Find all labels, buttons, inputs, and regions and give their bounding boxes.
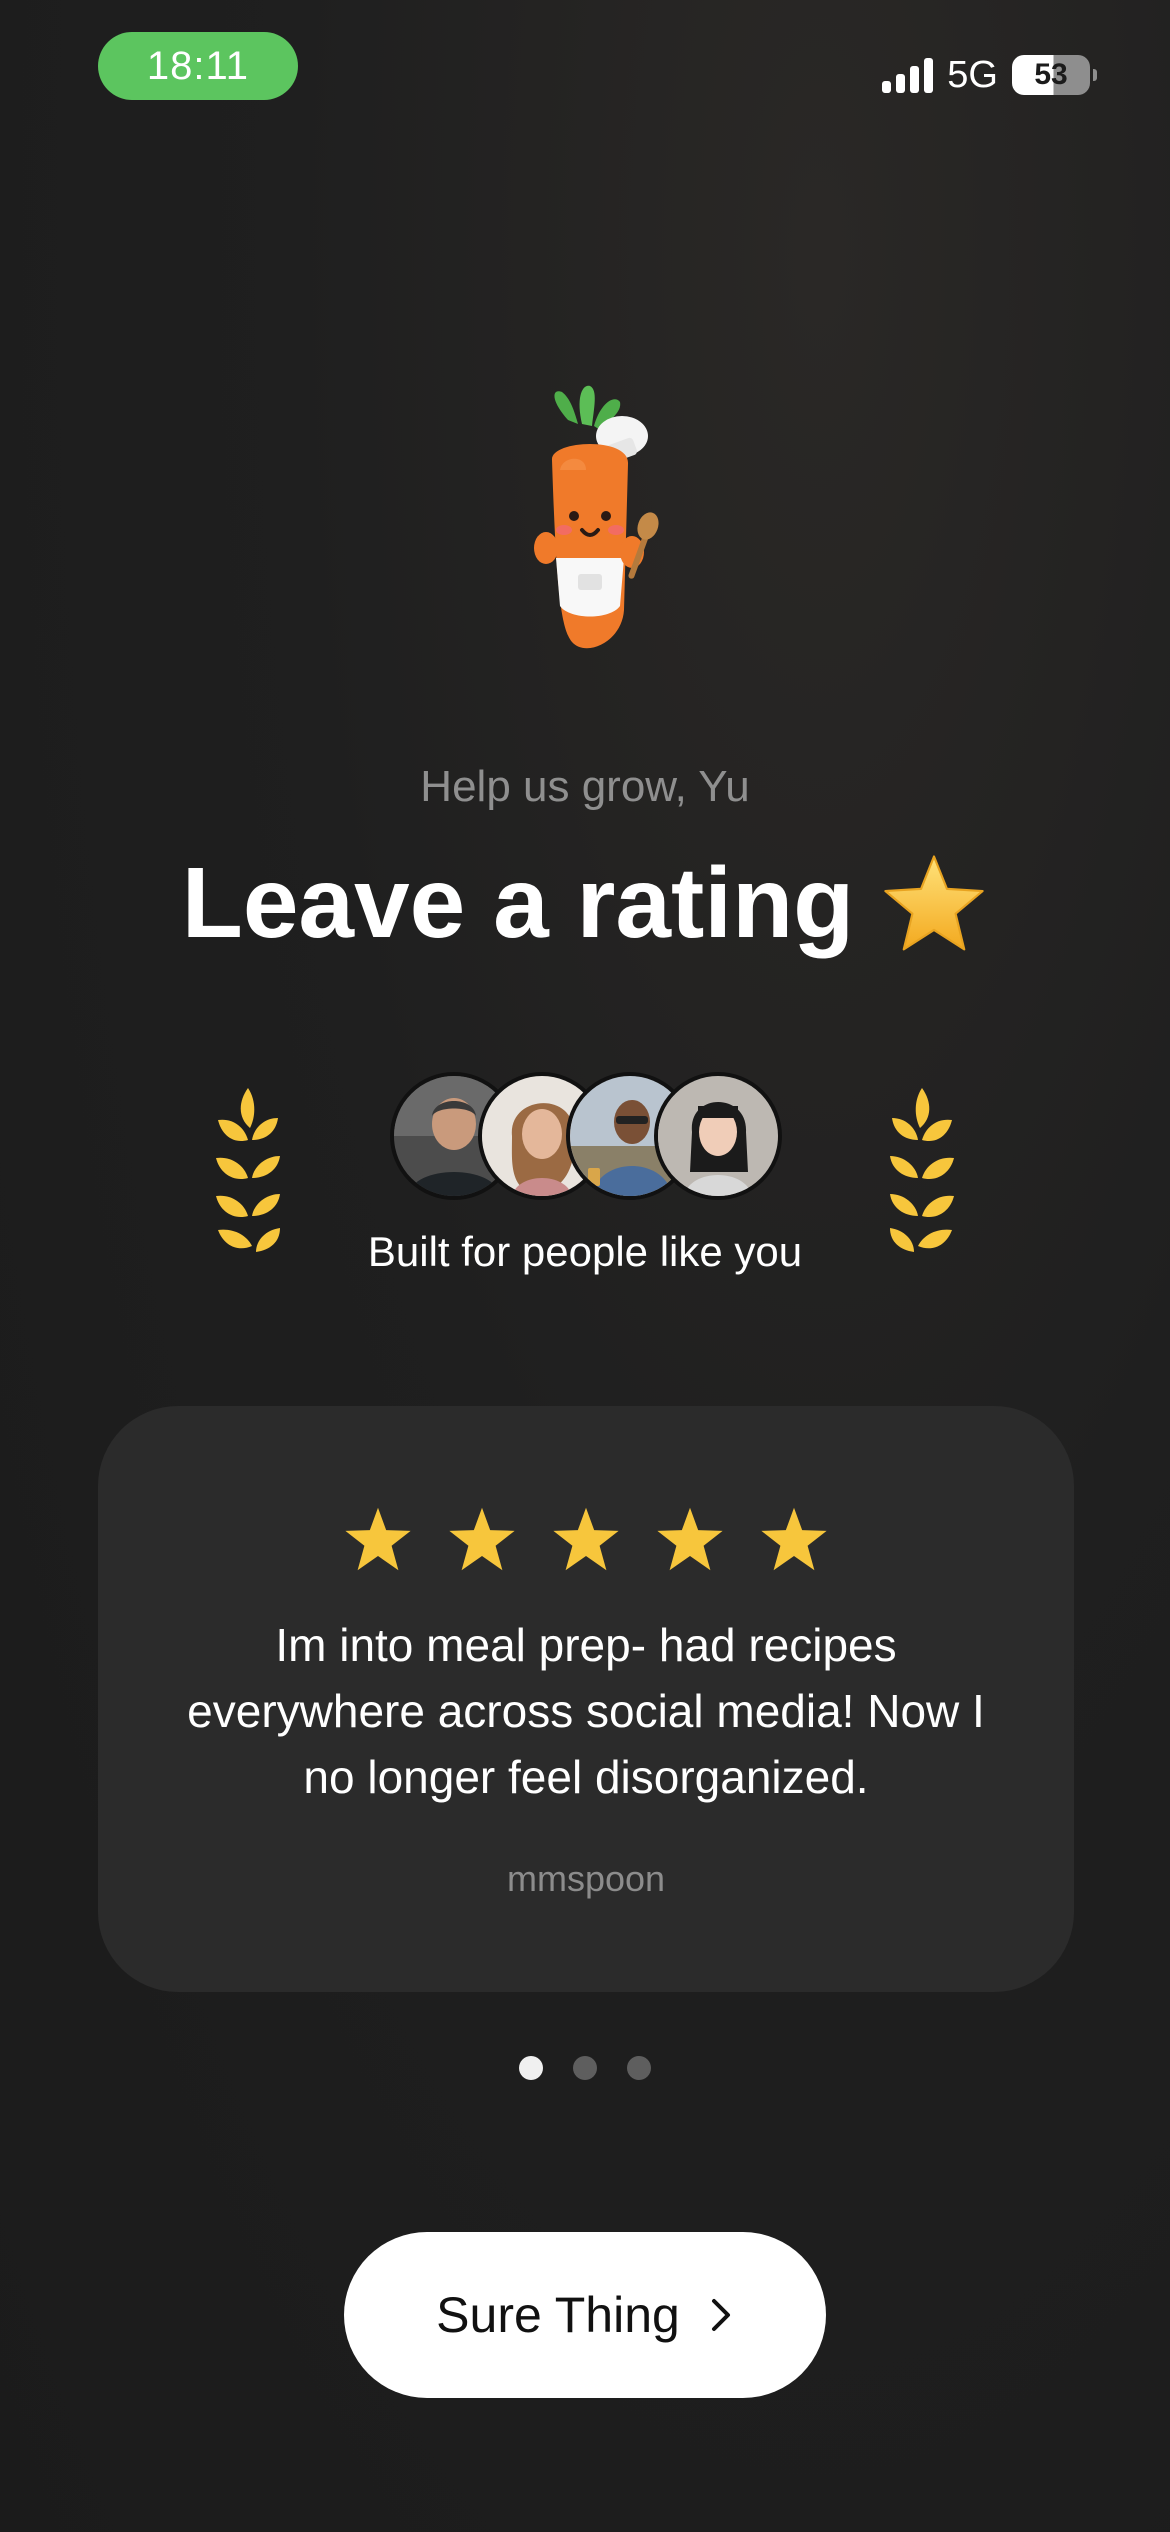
chevron-right-icon	[711, 2299, 730, 2331]
avatar-woman-2-icon	[658, 1076, 778, 1196]
status-time: 18:11	[98, 32, 298, 100]
network-type: 5G	[947, 53, 998, 96]
page-title: Leave a rating	[181, 847, 855, 959]
star-emoji-icon	[884, 854, 984, 950]
avatar	[654, 1072, 782, 1200]
social-proof-label: Built for people like you	[367, 1228, 803, 1275]
review-text: Im into meal prep- had recipes everywher…	[187, 1619, 985, 1803]
rating-prompt-screen: 18:11 5G 53 Help us grow, Yu Leave a rat…	[0, 0, 1170, 2532]
star-icon	[345, 1507, 411, 1571]
carrot-chef-mascot-icon	[534, 385, 659, 649]
pagination-dots	[0, 2056, 1170, 2080]
star-icon	[657, 1507, 723, 1571]
pagination-dot[interactable]	[627, 2056, 651, 2080]
battery-icon: 53	[1012, 55, 1097, 95]
pagination-dot-active[interactable]	[519, 2056, 543, 2080]
sure-thing-label: Sure Thing	[436, 2287, 680, 2343]
star-icon	[449, 1507, 515, 1571]
status-indicators: 5G 53	[882, 50, 1097, 100]
rating-stars	[98, 1506, 1074, 1572]
review-author: mmspoon	[506, 1858, 666, 1899]
battery-level: 53	[1034, 58, 1068, 91]
subtitle: Help us grow, Yu	[420, 762, 750, 811]
star-icon	[761, 1507, 827, 1571]
review-card[interactable]: Im into meal prep- had recipes everywher…	[98, 1406, 1074, 1992]
star-icon	[553, 1507, 619, 1571]
sure-thing-button[interactable]: Sure Thing	[344, 2232, 826, 2398]
page-title-row: Leave a rating	[0, 846, 1170, 961]
signal-icon	[882, 57, 934, 93]
avatar-group	[390, 1072, 782, 1202]
pagination-dot[interactable]	[573, 2056, 597, 2080]
